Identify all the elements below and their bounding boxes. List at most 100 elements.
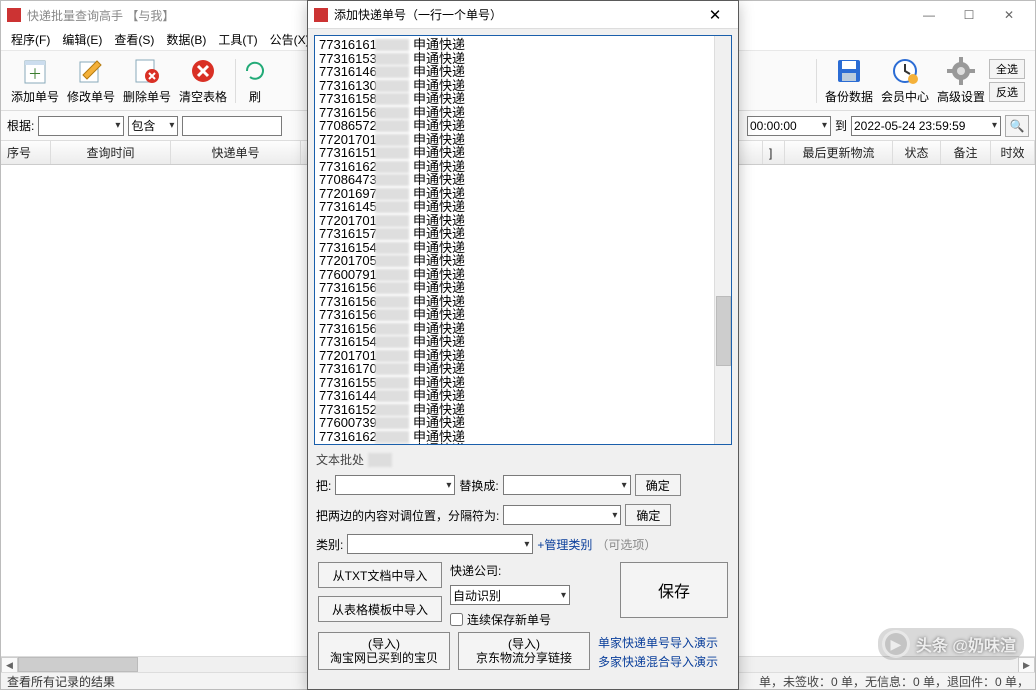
keep-saving-checkbox[interactable]: 连续保存新单号: [450, 611, 614, 628]
add-tracking-dialog: 添加快递单号（一行一个单号） ✕ 77316161申通快递77316153申通快…: [307, 0, 739, 690]
tracking-line[interactable]: 77316158申通快递: [319, 92, 727, 106]
tracking-line[interactable]: 77316156申通快递: [319, 281, 727, 295]
import-txt-button[interactable]: 从TXT文档中导入: [318, 562, 442, 588]
tracking-line[interactable]: 77201701申通快递: [319, 214, 727, 228]
tracking-line[interactable]: 77316151申通快递: [319, 146, 727, 160]
filter-value-input[interactable]: [182, 116, 282, 136]
tracking-line[interactable]: 77316161申通快递: [319, 38, 727, 52]
replace-ok-button[interactable]: 确定: [635, 474, 681, 496]
tracking-line[interactable]: 77316156申通快递: [319, 443, 727, 445]
add-tracking-button[interactable]: ＋ 添加单号: [7, 52, 63, 109]
status-right: 单，未签收：0 单，无信息：0 单，退回件：0 单，: [759, 673, 1029, 690]
invert-selection-button[interactable]: 反选: [989, 82, 1025, 102]
tracking-line[interactable]: 77201701申通快递: [319, 133, 727, 147]
member-center-button[interactable]: 会员中心: [877, 52, 933, 109]
swap-delim-combo[interactable]: [503, 505, 621, 525]
courier-combo[interactable]: 自动识别: [450, 585, 570, 605]
col-gap-right[interactable]: ]: [763, 141, 785, 164]
backup-button[interactable]: 备份数据: [821, 52, 877, 109]
import-taobao-button[interactable]: (导入) 淘宝网已买到的宝贝: [318, 632, 450, 670]
edit-tracking-button[interactable]: 修改单号: [63, 52, 119, 109]
dialog-title: 添加快递单号（一行一个单号）: [334, 6, 502, 23]
clear-table-button[interactable]: 清空表格: [175, 52, 231, 109]
courier-label: 快递公司:: [450, 562, 501, 579]
filter-field-combo[interactable]: [38, 116, 124, 136]
tracking-line[interactable]: 77316156申通快递: [319, 295, 727, 309]
tracking-line[interactable]: 77316153申通快递: [319, 52, 727, 66]
keep-saving-input[interactable]: [450, 613, 463, 626]
category-label: 类别:: [316, 536, 343, 553]
select-all-button[interactable]: 全选: [989, 59, 1025, 79]
refresh-button[interactable]: 刷: [240, 52, 270, 109]
tracking-line[interactable]: 77201697申通快递: [319, 187, 727, 201]
close-button[interactable]: ✕: [989, 3, 1029, 27]
menu-view[interactable]: 查看(S): [108, 29, 160, 50]
col-timeliness[interactable]: 时效: [991, 141, 1035, 164]
col-status[interactable]: 状态: [893, 141, 941, 164]
tracking-line[interactable]: 77316162申通快递: [319, 430, 727, 444]
tracking-line[interactable]: 77316162申通快递: [319, 160, 727, 174]
import-jd-button[interactable]: (导入) 京东物流分享链接: [458, 632, 590, 670]
textarea-scrollbar[interactable]: [714, 36, 731, 444]
replace-from-combo[interactable]: [335, 475, 455, 495]
add-icon: ＋: [20, 56, 50, 86]
minimize-button[interactable]: —: [909, 3, 949, 27]
end-time-combo[interactable]: 2022-05-24 23:59:59: [851, 116, 1001, 136]
tracking-line[interactable]: 77316144申通快递: [319, 389, 727, 403]
menu-data[interactable]: 数据(B): [160, 29, 212, 50]
tracking-line[interactable]: 77201705申通快递: [319, 254, 727, 268]
tracking-line[interactable]: 77316130申通快递: [319, 79, 727, 93]
demo-single-link[interactable]: 单家快递单号导入演示: [598, 634, 718, 651]
dialog-close-button[interactable]: ✕: [698, 4, 732, 26]
tracking-line[interactable]: 77316156申通快递: [319, 106, 727, 120]
clear-label: 清空表格: [179, 88, 227, 105]
demo-multi-link[interactable]: 多家快递混合导入演示: [598, 653, 718, 670]
tracking-line[interactable]: 77316157申通快递: [319, 227, 727, 241]
tracking-line[interactable]: 77316154申通快递: [319, 241, 727, 255]
manage-category-link[interactable]: +管理类别: [537, 536, 592, 553]
maximize-button[interactable]: ☐: [949, 3, 989, 27]
tracking-line[interactable]: 77316152申通快递: [319, 403, 727, 417]
start-time-combo[interactable]: 00:00:00: [747, 116, 831, 136]
menu-edit[interactable]: 编辑(E): [56, 29, 108, 50]
tracking-line[interactable]: 77316156申通快递: [319, 322, 727, 336]
scroll-thumb[interactable]: [18, 657, 138, 672]
filter-op-combo[interactable]: 包含: [128, 116, 178, 136]
tracking-line[interactable]: 77316154申通快递: [319, 335, 727, 349]
blurred-text: [368, 453, 392, 467]
swap-label: 把两边的内容对调位置，分隔符为:: [316, 507, 499, 524]
tracking-line[interactable]: 77316145申通快递: [319, 200, 727, 214]
col-seq[interactable]: 序号: [1, 141, 51, 164]
category-combo[interactable]: [347, 534, 533, 554]
swap-ok-button[interactable]: 确定: [625, 504, 671, 526]
tracking-line[interactable]: 77316170申通快递: [319, 362, 727, 376]
tracking-line[interactable]: 77316155申通快递: [319, 376, 727, 390]
tracking-line[interactable]: 77086473申通快递: [319, 173, 727, 187]
selection-buttons: 全选 反选: [989, 59, 1029, 102]
toolbar-separator: [235, 59, 236, 103]
toolbar-separator-2: [816, 59, 817, 103]
search-button[interactable]: 🔍: [1005, 115, 1029, 137]
col-last-update[interactable]: 最后更新物流: [785, 141, 893, 164]
clear-icon: [188, 56, 218, 86]
col-tracking-no[interactable]: 快递单号: [171, 141, 301, 164]
tracking-line[interactable]: 77316146申通快递: [319, 65, 727, 79]
save-button[interactable]: 保存: [620, 562, 728, 618]
col-remark[interactable]: 备注: [941, 141, 991, 164]
replace-to-combo[interactable]: [503, 475, 631, 495]
delete-tracking-button[interactable]: 删除单号: [119, 52, 175, 109]
tracking-line[interactable]: 77600739申通快递: [319, 416, 727, 430]
textarea-scroll-thumb[interactable]: [716, 296, 731, 366]
tracking-line[interactable]: 77086572申通快递: [319, 119, 727, 133]
watermark-logo-icon: ▶: [882, 630, 910, 658]
tracking-line[interactable]: 77201701申通快递: [319, 349, 727, 363]
import-table-button[interactable]: 从表格模板中导入: [318, 596, 442, 622]
tracking-textarea[interactable]: 77316161申通快递77316153申通快递77316146申通快递7731…: [314, 35, 732, 445]
replace-from-label: 把:: [316, 477, 331, 494]
col-query-time[interactable]: 查询时间: [51, 141, 171, 164]
tracking-line[interactable]: 77600791申通快递: [319, 268, 727, 282]
menu-tools[interactable]: 工具(T): [212, 29, 263, 50]
advanced-settings-button[interactable]: 高级设置: [933, 52, 989, 109]
tracking-line[interactable]: 77316156申通快递: [319, 308, 727, 322]
menu-program[interactable]: 程序(F): [5, 29, 56, 50]
